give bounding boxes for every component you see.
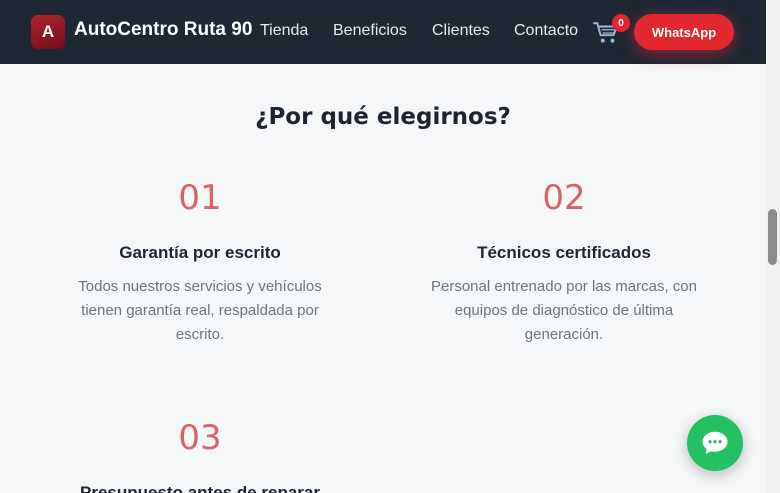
feature-description: Todos nuestros servicios y vehículos tie… <box>78 278 322 343</box>
brand-logo[interactable]: A <box>31 15 65 49</box>
nav-link-contacto[interactable]: Contacto <box>514 22 578 40</box>
feature-card-2: 02 Técnicos certificados Personal entren… <box>414 181 714 347</box>
nav-link-tienda[interactable]: Tienda <box>260 22 308 40</box>
feature-card-1: 01 Garantía por escrito Todos nuestros s… <box>60 181 340 347</box>
chat-bubble-icon <box>702 431 728 455</box>
feature-card-3: 03 Presupuesto antes de reparar <box>40 421 360 493</box>
feature-number: 02 <box>542 178 586 218</box>
scrollbar-thumb[interactable] <box>768 209 777 265</box>
feature-title: Presupuesto antes de reparar <box>80 483 320 493</box>
brand-name[interactable]: AutoCentro Ruta 90 <box>74 19 252 41</box>
navbar: A AutoCentro Ruta 90 Tienda Beneficios C… <box>0 0 766 64</box>
feature-number: 01 <box>178 178 222 218</box>
nav-link-clientes[interactable]: Clientes <box>432 22 490 40</box>
nav-link-beneficios[interactable]: Beneficios <box>333 22 407 40</box>
feature-number: 03 <box>178 418 222 458</box>
section-title: ¿Por qué elegirnos? <box>255 104 511 130</box>
feature-description: Personal entrenado por las marcas, con e… <box>431 278 697 343</box>
whatsapp-button[interactable]: WhatsApp <box>634 14 734 50</box>
floating-chat-button[interactable] <box>687 415 743 471</box>
feature-title: Garantía por escrito <box>119 243 281 262</box>
cart-count-badge: 0 <box>612 14 630 32</box>
feature-title: Técnicos certificados <box>477 243 651 262</box>
